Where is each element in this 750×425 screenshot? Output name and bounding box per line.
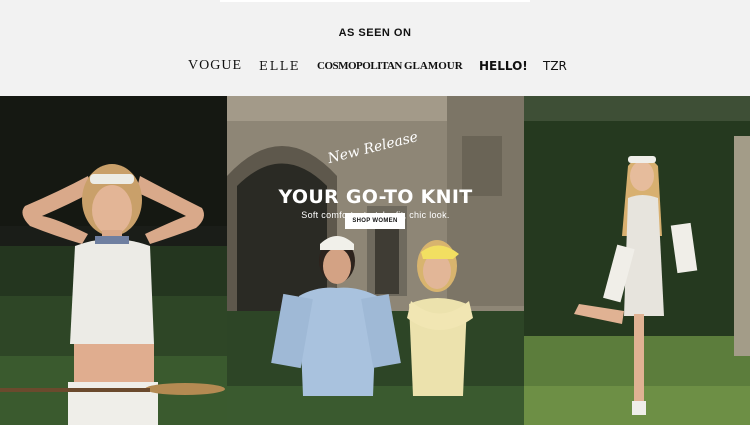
top-divider [220, 0, 530, 2]
hero-image-left [0, 96, 227, 425]
cosmopolitan-logo: COSMOPOLITAN [317, 60, 402, 72]
press-section: AS SEEN ON VOGUE ELLE COSMOPOLITAN GLAMO… [0, 0, 750, 96]
hero-banner: New Release YOUR GO-TO KNIT Soft comfort… [0, 96, 750, 425]
vogue-logo: VOGUE [188, 58, 242, 73]
press-title: AS SEEN ON [338, 27, 412, 39]
hero-headline: YOUR GO-TO KNIT [278, 186, 473, 208]
elle-logo: ELLE [259, 59, 301, 73]
glamour-logo: GLAMOUR [404, 60, 463, 72]
shop-women-button[interactable]: SHOP WOMEN [345, 213, 405, 229]
hero-image-right [524, 96, 750, 425]
tzr-logo: TZR [543, 59, 567, 73]
hello-logo: HELLO! [479, 59, 528, 73]
